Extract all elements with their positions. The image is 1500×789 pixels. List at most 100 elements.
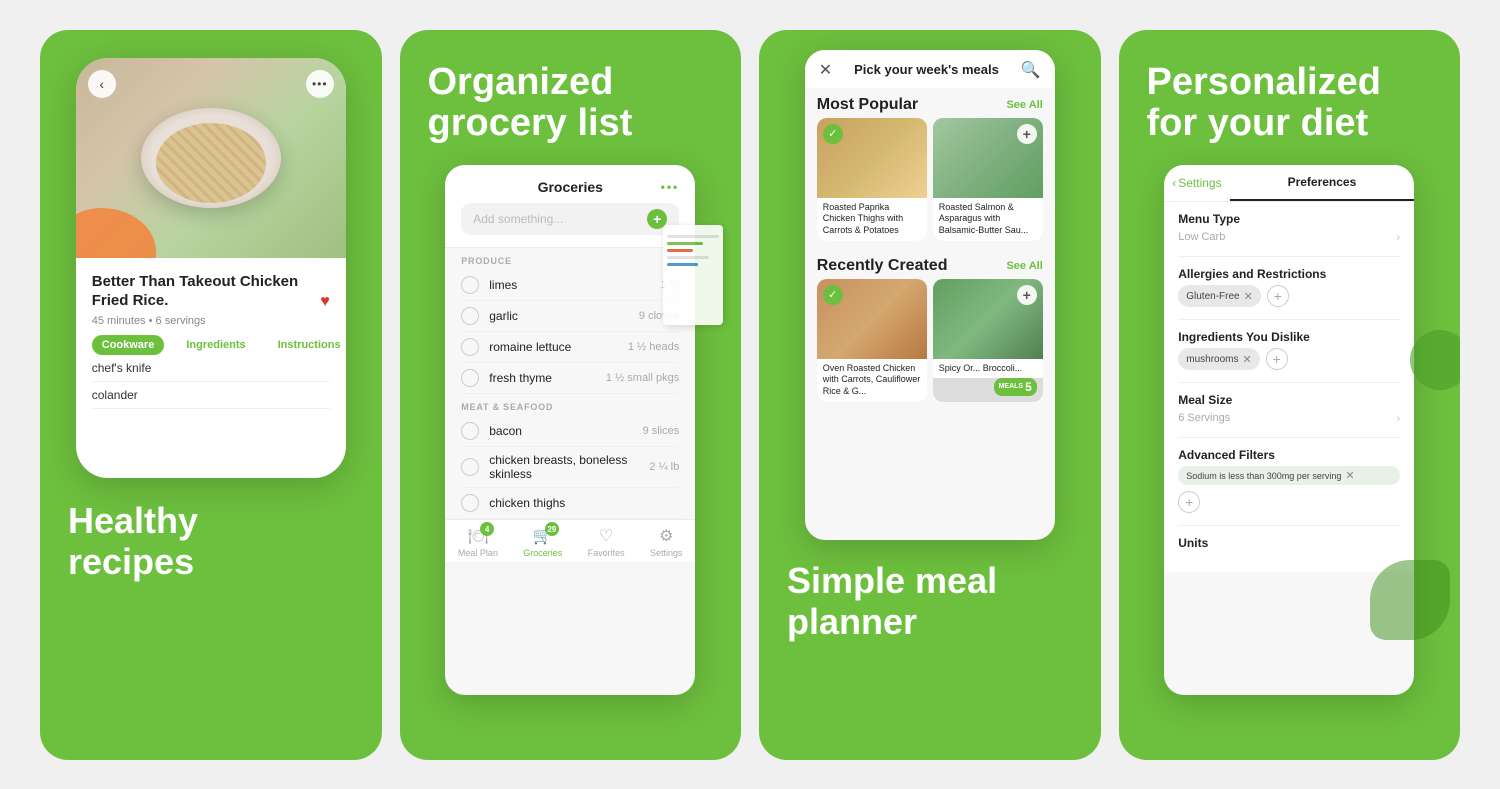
checkbox-limes[interactable] <box>461 276 479 294</box>
notebook-line <box>667 242 703 245</box>
recipe-tabs: Cookware Ingredients Instructions <box>92 335 330 355</box>
dislike-tags-row: mushrooms ✕ + <box>1178 348 1400 370</box>
meal-img-4: + <box>933 279 1043 359</box>
grocery-row-bacon: bacon 9 slices <box>461 416 679 447</box>
grocery-header: Groceries ••• Add something... + <box>445 165 695 248</box>
menu-type-value[interactable]: Low Carb › <box>1178 230 1400 244</box>
checkbox-romaine[interactable] <box>461 338 479 356</box>
produce-section: PRODUCE limes 1 ½ garlic 9 cloves <box>445 248 695 394</box>
meal-label-2: Roasted Salmon & Asparagus with Balsamic… <box>933 198 1043 241</box>
remove-gluten-free-icon[interactable]: ✕ <box>1244 290 1253 303</box>
meal-card-salmon[interactable]: + Roasted Salmon & Asparagus with Balsam… <box>933 118 1043 241</box>
recipe-content: Better Than Takeout Chicken Fried Rice. … <box>76 258 346 419</box>
notebook-line <box>667 235 719 238</box>
most-popular-see-all[interactable]: See All <box>1006 99 1042 111</box>
card2-inner: Organized grocery list Gr <box>400 30 742 760</box>
checkbox-garlic[interactable] <box>461 307 479 325</box>
meal-modal-header: ✕ Pick your week's meals 🔍 <box>805 50 1055 88</box>
notebook-line <box>667 249 693 252</box>
groceries-label: Groceries <box>523 548 562 558</box>
most-popular-label: Most Popular <box>817 96 918 114</box>
meal-modal-title: Pick your week's meals <box>854 62 999 77</box>
remove-mushrooms-icon[interactable]: ✕ <box>1243 353 1252 366</box>
advanced-label: Advanced Filters <box>1178 448 1400 462</box>
checkbox-bacon[interactable] <box>461 422 479 440</box>
grocery-title-row: Groceries ••• <box>461 179 679 195</box>
allergies-section: Allergies and Restrictions Gluten-Free ✕… <box>1178 267 1400 307</box>
prefs-header: ‹ Settings Preferences <box>1164 165 1414 202</box>
chevron-right-icon: › <box>1396 230 1400 244</box>
tab-ingredients[interactable]: Ingredients <box>176 335 255 355</box>
settings-back-button[interactable]: ‹ Settings <box>1164 165 1229 201</box>
prefs-content: Menu Type Low Carb › Allergies and Restr… <box>1164 202 1414 572</box>
veggie-decoration-2 <box>1370 560 1450 640</box>
more-button[interactable]: ••• <box>306 70 334 98</box>
meal-img-1: ✓ <box>817 118 927 198</box>
card4-inner: Personalized for your diet ‹ Settings Pr… <box>1119 30 1461 760</box>
add-dislike-button[interactable]: + <box>1266 348 1288 370</box>
tab-preferences[interactable]: Preferences <box>1230 165 1415 201</box>
add-meal-icon-2[interactable]: + <box>1017 285 1037 305</box>
favorite-heart-icon[interactable]: ♥ <box>320 293 330 311</box>
tag-mushrooms[interactable]: mushrooms ✕ <box>1178 348 1259 370</box>
meal-label-1: Roasted Paprika Chicken Thighs with Carr… <box>817 198 927 241</box>
card1-text-area: Healthy recipes <box>40 478 382 760</box>
menu-type-label: Menu Type <box>1178 212 1400 226</box>
grocery-search-bar[interactable]: Add something... + <box>461 203 679 235</box>
selected-check-icon-2: ✓ <box>823 285 843 305</box>
meal-card-oven-roasted[interactable]: ✓ Oven Roasted Chicken with Carrots, Cau… <box>817 279 927 402</box>
checkbox-chicken-thighs[interactable] <box>461 494 479 512</box>
close-icon[interactable]: ✕ <box>819 60 832 80</box>
checkbox-thyme[interactable] <box>461 369 479 387</box>
meal-size-val: 6 Servings <box>1178 412 1230 424</box>
menu-type-section: Menu Type Low Carb › <box>1178 212 1400 244</box>
meals-counter: MEALS 5 <box>994 378 1037 396</box>
nav-settings[interactable]: ⚙ Settings <box>650 526 683 558</box>
dislike-section: Ingredients You Dislike mushrooms ✕ + <box>1178 330 1400 370</box>
card3-headline-2: planner <box>787 601 917 642</box>
meals-count-label: MEALS <box>999 383 1024 390</box>
phone-mockup-1: ‹ ••• Better Than Takeout Chicken Fried … <box>76 58 346 478</box>
grocery-row-romaine: romaine lettuce 1 ½ heads <box>461 332 679 363</box>
notebook-lines <box>663 225 723 276</box>
tag-gluten-free[interactable]: Gluten-Free ✕ <box>1178 285 1261 307</box>
item-name-garlic: garlic <box>489 309 629 323</box>
grocery-row-chicken-thighs: chicken thighs <box>461 488 679 519</box>
recently-created-see-all[interactable]: See All <box>1006 260 1042 272</box>
meal-card-spicy[interactable]: + Spicy Or... Broccoli... MEALS 5 <box>933 279 1043 402</box>
tab-instructions[interactable]: Instructions <box>268 335 346 355</box>
tab-cookware[interactable]: Cookware <box>92 335 165 355</box>
add-filter-button[interactable]: + <box>1178 491 1200 513</box>
divider-3 <box>1178 382 1400 383</box>
back-button[interactable]: ‹ <box>88 70 116 98</box>
meal-label-3: Oven Roasted Chicken with Carrots, Cauli… <box>817 359 927 402</box>
item-name-romaine: romaine lettuce <box>489 340 618 354</box>
advanced-filter-tag[interactable]: Sodium is less than 300mg per serving ✕ <box>1178 466 1400 485</box>
nav-groceries[interactable]: 🛒 29 Groceries <box>523 526 562 558</box>
food-bowl-graphic <box>141 108 281 208</box>
card1-headline: Healthy recipes <box>68 500 354 583</box>
checkbox-chicken-breasts[interactable] <box>461 458 479 476</box>
add-allergy-button[interactable]: + <box>1267 285 1289 307</box>
nav-meal-plan[interactable]: 🍽 4 Meal Plan <box>458 526 498 558</box>
item-name-bacon: bacon <box>489 424 632 438</box>
tag-gluten-free-text: Gluten-Free <box>1186 291 1239 302</box>
meal-card-paprika-chicken[interactable]: ✓ Roasted Paprika Chicken Thighs with Ca… <box>817 118 927 241</box>
nav-favorites[interactable]: ♡ Favorites <box>588 526 625 558</box>
grocery-row-limes: limes 1 ½ <box>461 270 679 301</box>
divider-2 <box>1178 319 1400 320</box>
add-meal-icon-1[interactable]: + <box>1017 124 1037 144</box>
meals-count-num: 5 <box>1025 380 1032 394</box>
grocery-title: Groceries <box>538 179 603 195</box>
groceries-count: 29 <box>545 522 559 536</box>
meat-label: MEAT & SEAFOOD <box>461 402 679 412</box>
meal-size-value[interactable]: 6 Servings › <box>1178 411 1400 425</box>
meat-section: MEAT & SEAFOOD bacon 9 slices chicken br… <box>445 394 695 519</box>
favorites-label: Favorites <box>588 548 625 558</box>
grocery-more-icon[interactable]: ••• <box>661 180 680 194</box>
item-name-thyme: fresh thyme <box>489 371 596 385</box>
recently-created-header: Recently Created See All <box>805 249 1055 279</box>
search-icon[interactable]: 🔍 <box>1021 60 1041 80</box>
groceries-badge: 🛒 29 <box>533 526 553 546</box>
remove-filter-icon[interactable]: ✕ <box>1345 469 1354 482</box>
